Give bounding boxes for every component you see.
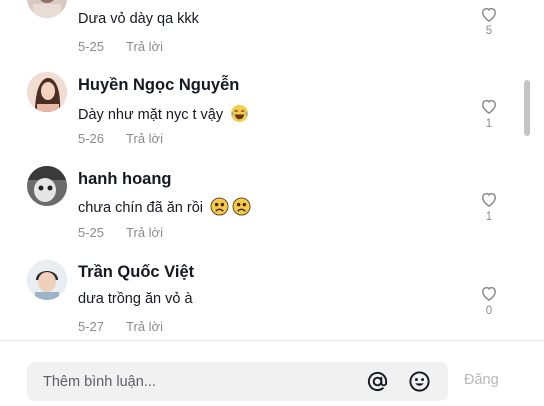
comment-text: dưa trồng ăn vỏ à (78, 291, 193, 307)
avatar[interactable] (27, 166, 67, 206)
comment-input-box[interactable] (27, 362, 448, 401)
reply-button[interactable]: Trả lời (126, 131, 163, 146)
avatar[interactable] (27, 260, 67, 300)
comment-text: Dưa vỏ dày qa kkk (78, 11, 199, 27)
heart-outline-icon[interactable] (479, 189, 499, 209)
comment-text-row: Dày như mặt nyc t vậy (78, 104, 249, 123)
comment-list[interactable]: Dưa vỏ dày qa kkk 5-25 Trả lời 5 Huyền Ng… (0, 0, 520, 340)
post-button[interactable]: Đăng (464, 372, 499, 388)
comment-text-row: chưa chín đã ăn rồi (78, 197, 251, 216)
comment-meta: 5-26 Trả lời (78, 131, 163, 146)
smiley-icon[interactable] (408, 370, 431, 393)
heart-outline-icon[interactable] (479, 283, 499, 303)
worried-emoji (232, 197, 251, 216)
comment-date: 5-25 (78, 39, 105, 54)
comment-username[interactable]: Trần Quốc Việt (78, 263, 194, 282)
scrollbar-track[interactable] (522, 0, 534, 340)
reply-button[interactable]: Trả lời (126, 319, 163, 334)
comment-date: 5-26 (78, 131, 105, 146)
scrollbar-thumb[interactable] (524, 80, 530, 136)
comment-text: Dày như mặt nyc t vậy (78, 107, 224, 123)
at-sign-icon[interactable] (366, 370, 389, 393)
reply-button[interactable]: Trả lời (126, 225, 163, 240)
like-count: 1 (485, 211, 493, 223)
like-count: 5 (485, 25, 493, 37)
worried-emoji (210, 197, 229, 216)
laughing-emoji (231, 104, 249, 123)
reply-button[interactable]: Trả lời (126, 39, 163, 54)
comment-username[interactable]: Huyền Ngọc Nguyễn (78, 76, 239, 95)
like-count: 1 (485, 118, 493, 130)
divider (0, 340, 544, 341)
comment-date: 5-25 (78, 225, 105, 240)
comment-username[interactable]: hanh hoang (78, 170, 172, 189)
comment-date: 5-27 (78, 319, 105, 334)
avatar[interactable] (27, 72, 67, 112)
like-count: 0 (485, 305, 493, 317)
comment-meta: 5-25 Trả lời (78, 39, 163, 54)
avatar[interactable] (27, 0, 67, 18)
heart-outline-icon[interactable] (479, 4, 499, 24)
comment-text: chưa chín đã ăn rồi (78, 200, 203, 216)
comment-input[interactable] (43, 362, 343, 401)
comment-meta: 5-27 Trả lời (78, 319, 163, 334)
comment-meta: 5-25 Trả lời (78, 225, 163, 240)
heart-outline-icon[interactable] (479, 96, 499, 116)
